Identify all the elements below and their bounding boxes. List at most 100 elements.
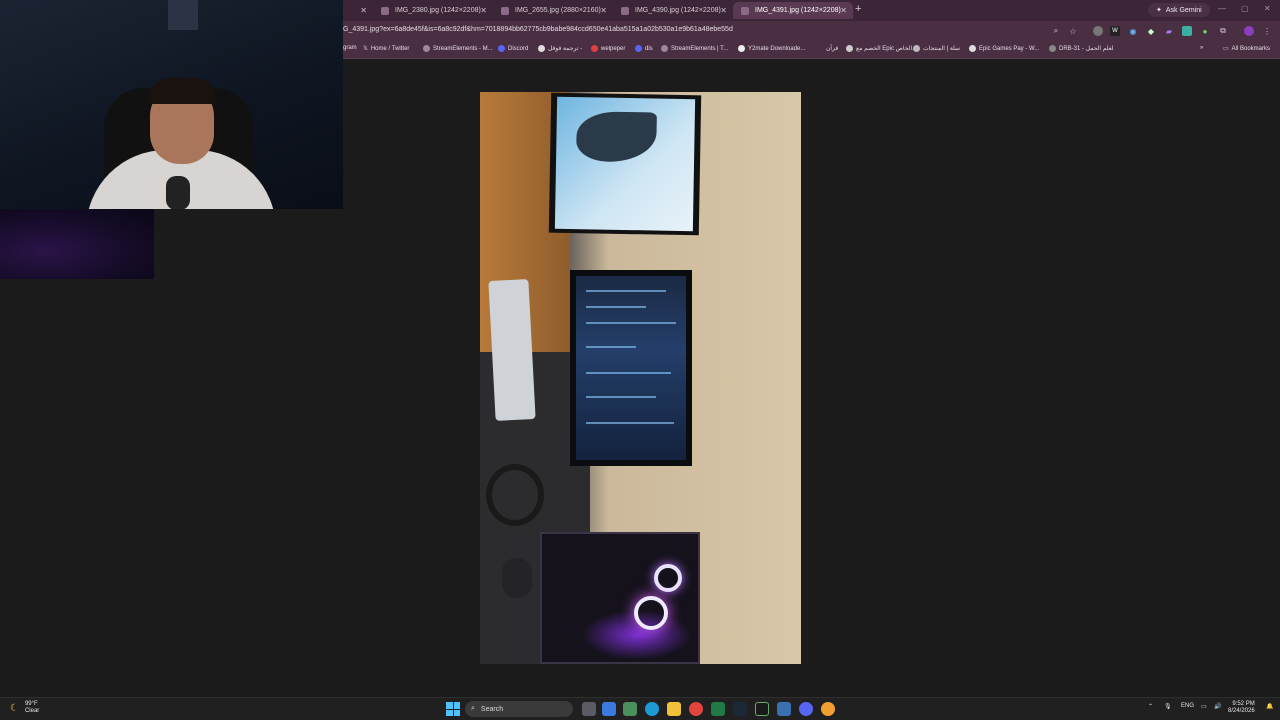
image-favicon-icon xyxy=(501,6,509,15)
all-bookmarks-button[interactable]: ▭ All Bookmarks xyxy=(1223,45,1270,53)
bookmark-item[interactable]: قرآن xyxy=(826,45,838,52)
y2mate-icon xyxy=(738,45,745,52)
tab-img-2380[interactable]: IMG_2380.jpg (1242×2208) ✕ xyxy=(373,2,493,19)
bookmark-item[interactable]: welpeper xyxy=(591,45,625,52)
edge-icon[interactable] xyxy=(645,702,659,716)
streamer-hair xyxy=(148,78,216,104)
zoom-icon[interactable]: ⌕ xyxy=(1051,26,1061,36)
close-tab-icon[interactable]: ✕ xyxy=(600,6,607,15)
chevron-up-icon[interactable]: ⌃ xyxy=(1148,703,1153,710)
ask-gemini-button[interactable]: ✦ Ask Gemini xyxy=(1148,3,1210,17)
taskbar-clock[interactable]: 9:52 PM 8/24/2026 xyxy=(1228,701,1255,715)
rgb-fan xyxy=(654,564,682,592)
x-logo-icon: 𝕏 xyxy=(363,46,368,52)
tab-img-2655[interactable]: IMG_2655.jpg (2880×2160) ✕ xyxy=(493,2,613,19)
tab-label: IMG_4390.jpg (1242×2208) xyxy=(635,7,721,14)
puzzle-icon[interactable]: ⧉ xyxy=(1218,26,1228,36)
volume-icon[interactable]: 🔊 xyxy=(1214,703,1221,710)
microphone xyxy=(166,176,190,209)
shield-icon[interactable]: ◆ xyxy=(1146,26,1156,36)
screen-line xyxy=(586,306,646,308)
steam-icon[interactable] xyxy=(733,702,747,716)
weather-temp: 99°F xyxy=(24,701,38,707)
bookmark-item[interactable]: الخصم مع Epic الخاص... xyxy=(846,45,917,52)
tab-partial[interactable]: ✕ xyxy=(343,2,373,19)
new-tab-button[interactable]: + xyxy=(855,3,861,15)
task-view-icon[interactable] xyxy=(582,702,596,716)
bookmark-item[interactable]: DRB-31 - لغلم الحمل xyxy=(1049,45,1113,52)
image-favicon-icon xyxy=(741,6,749,15)
epic-games-icon xyxy=(969,45,976,52)
tab-img-4390[interactable]: IMG_4390.jpg (1242×2208) ✕ xyxy=(613,2,733,19)
close-tab-icon[interactable]: ✕ xyxy=(360,6,367,15)
weather-desc: Clear xyxy=(24,708,40,714)
nvidia-icon[interactable] xyxy=(755,702,769,716)
streamelements-icon xyxy=(661,45,668,52)
tab-label: IMG_2380.jpg (1242×2208) xyxy=(395,7,481,14)
drb-icon xyxy=(1049,45,1056,52)
image-favicon-icon xyxy=(621,6,629,15)
bookmark-item[interactable]: سلة | المنتجات xyxy=(913,45,960,52)
bookmark-item[interactable]: dis xyxy=(635,45,653,52)
bookmark-item[interactable]: StreamElements - M... xyxy=(423,45,493,52)
bookmark-item[interactable]: ترجمة قوقل - xyxy=(538,45,582,52)
microphone-icon[interactable]: 🎙 xyxy=(1164,703,1172,710)
minimize-icon[interactable]: — xyxy=(1218,4,1226,13)
rgb-fan xyxy=(634,596,668,630)
extension-icon[interactable]: W xyxy=(1110,26,1120,36)
tab-img-4391[interactable]: IMG_4391.jpg (1242×2208) ✕ xyxy=(733,2,853,19)
extension-icon[interactable] xyxy=(1093,26,1103,36)
displayed-photo xyxy=(480,92,801,664)
weather-widget[interactable]: ☾ 99°F Clear xyxy=(10,701,39,715)
discord-icon[interactable] xyxy=(799,702,813,716)
screen-line xyxy=(586,422,674,424)
keyboard xyxy=(488,279,536,421)
excel-icon[interactable] xyxy=(711,702,725,716)
ask-gemini-label: Ask Gemini xyxy=(1165,6,1202,14)
bookmark-item[interactable]: StreamElements | T... xyxy=(661,45,728,52)
menu-dots-icon[interactable]: ⋮ xyxy=(1262,26,1272,36)
bookmark-item[interactable]: Y2mate Downloade... xyxy=(738,45,805,52)
search-placeholder: Search xyxy=(480,705,504,713)
extension-icon[interactable]: ● xyxy=(1200,26,1210,36)
clock-date: 8/24/2026 xyxy=(1228,708,1255,714)
url-field[interactable]: G_4391.jpg?ex=6a8de45f&is=6a8c92df&hm=70… xyxy=(343,26,733,33)
wall-poster xyxy=(168,0,198,30)
bookmark-item[interactable]: gram xyxy=(343,45,357,51)
chrome-icon[interactable] xyxy=(689,702,703,716)
chrome-canary-icon[interactable] xyxy=(821,702,835,716)
monitor-screen xyxy=(576,276,686,460)
maximize-icon[interactable]: ▢ xyxy=(1241,4,1249,13)
store-icon[interactable] xyxy=(623,702,637,716)
bookmark-item[interactable]: 𝕏 Home / Twitter xyxy=(363,45,409,53)
file-explorer-icon[interactable] xyxy=(667,702,681,716)
language-indicator[interactable]: ENG xyxy=(1181,703,1194,709)
mouse xyxy=(502,558,532,598)
notification-bell-icon[interactable]: 🔔 xyxy=(1266,703,1273,710)
close-tab-icon[interactable]: ✕ xyxy=(720,6,727,15)
epic-icon xyxy=(846,45,853,52)
monitor-screen xyxy=(554,96,696,232)
bookmark-star-icon[interactable]: ☆ xyxy=(1068,26,1078,36)
screen-line xyxy=(586,290,666,292)
network-icon[interactable]: ▭ xyxy=(1201,703,1207,710)
top-monitor xyxy=(548,92,702,236)
extension-icon[interactable] xyxy=(1182,26,1192,36)
close-tab-icon[interactable]: ✕ xyxy=(480,6,487,15)
discord-icon xyxy=(635,45,642,52)
app-icon[interactable] xyxy=(777,702,791,716)
twitch-icon[interactable]: ▰ xyxy=(1164,26,1174,36)
taskbar-search[interactable]: ⌕ Search xyxy=(465,701,573,717)
extension-icon[interactable]: ◉ xyxy=(1128,26,1138,36)
start-button[interactable] xyxy=(446,702,460,716)
close-tab-icon[interactable]: ✕ xyxy=(840,6,847,15)
bookmark-item[interactable]: Epic Games Pay - W... xyxy=(969,45,1039,52)
profile-avatar[interactable] xyxy=(1244,26,1254,36)
close-window-icon[interactable]: ✕ xyxy=(1264,4,1271,13)
bookmark-item[interactable]: Discord xyxy=(498,45,528,52)
streamelements-icon xyxy=(423,45,430,52)
more-bookmarks-button[interactable]: » xyxy=(1200,45,1203,51)
search-icon: ⌕ xyxy=(471,705,475,712)
widgets-icon[interactable] xyxy=(602,702,616,716)
welpeper-icon xyxy=(591,45,598,52)
